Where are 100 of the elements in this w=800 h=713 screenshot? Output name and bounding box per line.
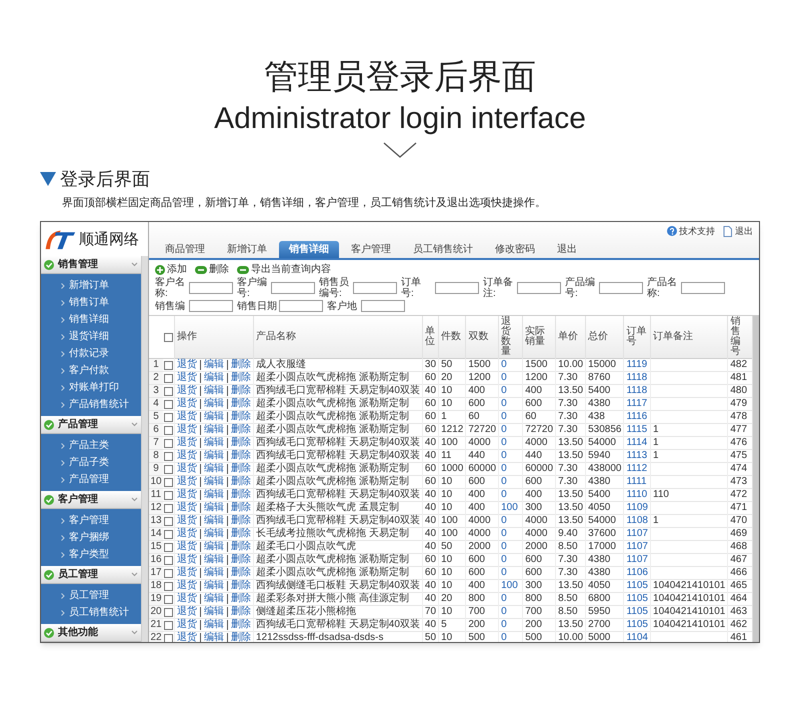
column-header[interactable]: 销售编号	[728, 316, 752, 358]
table-link[interactable]: 1111	[626, 476, 647, 487]
toolbar-button[interactable]: 导出当前查询内容	[237, 264, 331, 274]
row-action-link[interactable]: 删除	[227, 464, 251, 474]
checkbox[interactable]	[164, 568, 173, 578]
row-action-link[interactable]: 退货	[177, 464, 197, 474]
row-action-link[interactable]: 删除	[227, 490, 251, 500]
row-action-link[interactable]: 退货	[177, 620, 197, 630]
row-action-link[interactable]: 退货	[177, 451, 197, 461]
top-link[interactable]: 退出	[735, 226, 753, 236]
table-link[interactable]: 1105	[626, 619, 648, 630]
row-action-link[interactable]: 退货	[177, 425, 197, 435]
row-action-link[interactable]: 退货	[177, 412, 197, 422]
checkbox[interactable]	[164, 608, 173, 616]
checkbox[interactable]	[164, 504, 173, 512]
row-action-link[interactable]: 退货	[177, 568, 197, 578]
checkbox[interactable]	[164, 478, 173, 486]
row-action-link[interactable]: 编辑	[200, 477, 224, 487]
column-header[interactable]: 操作	[174, 316, 254, 358]
sidebar-link[interactable]: 客户类型	[69, 550, 109, 560]
row-action-link[interactable]: 退货	[177, 477, 197, 487]
row-action-link[interactable]: 退货	[177, 399, 197, 409]
checkbox[interactable]	[164, 516, 173, 526]
input-field[interactable]	[681, 282, 725, 294]
column-header[interactable]: 实际销量	[522, 316, 556, 358]
checkbox[interactable]	[164, 426, 173, 434]
checkbox[interactable]	[164, 438, 173, 448]
row-action-link[interactable]: 编辑	[200, 360, 224, 370]
sidebar-link[interactable]: 新增订单	[69, 280, 109, 290]
checkbox[interactable]	[164, 542, 173, 552]
row-action-link[interactable]: 删除	[227, 607, 251, 617]
nav-tab[interactable]: 销售详细	[279, 241, 339, 258]
table-link[interactable]: 0	[501, 632, 507, 642]
row-action-link[interactable]: 编辑	[200, 386, 224, 396]
row-action-link[interactable]: 编辑	[200, 581, 224, 591]
sidebar-link[interactable]: 客户捆绑	[69, 532, 109, 542]
table-link[interactable]: 0	[501, 606, 507, 617]
table-link[interactable]: 1118	[626, 372, 648, 383]
row-action-link[interactable]: 退货	[177, 503, 197, 513]
input-field[interactable]	[517, 282, 561, 294]
row-action-link[interactable]: 编辑	[200, 633, 224, 642]
row-action-link[interactable]: 编辑	[200, 438, 224, 448]
checkbox[interactable]	[164, 400, 173, 408]
table-link[interactable]: 0	[501, 619, 507, 630]
scrollbar[interactable]	[752, 316, 759, 642]
table-link[interactable]: 1110	[626, 489, 648, 500]
table-link[interactable]: 1106	[626, 567, 648, 578]
row-action-link[interactable]: 编辑	[200, 516, 224, 526]
row-action-link[interactable]: 退货	[177, 633, 197, 642]
table-link[interactable]: 100	[501, 502, 518, 513]
column-header[interactable]: 退货数量	[498, 316, 523, 358]
table-link[interactable]: 1107	[626, 528, 648, 539]
sidebar-group-header[interactable]: 其他功能	[41, 624, 141, 642]
row-action-link[interactable]: 删除	[227, 425, 251, 435]
table-link[interactable]: 100	[501, 580, 518, 591]
table-link[interactable]: 0	[501, 385, 507, 396]
row-action-link[interactable]: 退货	[177, 386, 197, 396]
row-action-link[interactable]: 删除	[227, 373, 251, 383]
row-action-link[interactable]: 删除	[227, 360, 251, 370]
nav-tab[interactable]: 新增订单	[217, 241, 277, 258]
table-link[interactable]: 0	[501, 359, 507, 370]
row-action-link[interactable]: 编辑	[200, 451, 224, 461]
table-link[interactable]: 0	[501, 489, 507, 500]
row-action-link[interactable]: 编辑	[200, 373, 224, 383]
sidebar-link[interactable]: 客户管理	[69, 516, 109, 526]
input-field[interactable]	[353, 282, 397, 294]
checkbox[interactable]	[164, 490, 173, 500]
table-link[interactable]: 0	[501, 554, 507, 565]
row-action-link[interactable]: 删除	[227, 581, 251, 591]
table-link[interactable]: 0	[501, 437, 507, 448]
checkbox[interactable]	[164, 374, 173, 382]
nav-tab[interactable]: 修改密码	[485, 241, 545, 258]
column-header[interactable]: 单价	[556, 316, 586, 358]
row-action-link[interactable]: 退货	[177, 438, 197, 448]
row-action-link[interactable]: 删除	[227, 529, 251, 539]
table-link[interactable]: 0	[501, 567, 507, 578]
table-link[interactable]: 0	[501, 463, 507, 474]
row-action-link[interactable]: 删除	[227, 633, 251, 642]
row-action-link[interactable]: 退货	[177, 360, 197, 370]
row-action-link[interactable]: 退货	[177, 555, 197, 565]
input-field[interactable]	[279, 300, 323, 312]
row-action-link[interactable]: 退货	[177, 529, 197, 539]
table-link[interactable]: 1115	[626, 424, 648, 435]
table-link[interactable]: 0	[501, 541, 507, 552]
scrollbar[interactable]	[141, 256, 148, 642]
row-action-link[interactable]: 删除	[227, 412, 251, 422]
row-action-link[interactable]: 编辑	[200, 555, 224, 565]
checkbox[interactable]	[164, 332, 173, 342]
sidebar-group-header[interactable]: 销售管理	[41, 256, 141, 274]
row-action-link[interactable]: 删除	[227, 451, 251, 461]
checkbox[interactable]	[164, 464, 173, 474]
column-header[interactable]: 订单号	[624, 316, 651, 358]
table-link[interactable]: 0	[501, 476, 507, 487]
sidebar-group-header[interactable]: 员工管理	[41, 566, 141, 584]
sidebar-link[interactable]: 销售详细	[69, 314, 109, 324]
checkbox[interactable]	[164, 594, 173, 604]
row-action-link[interactable]: 编辑	[200, 607, 224, 617]
table-link[interactable]: 1117	[626, 398, 648, 409]
row-action-link[interactable]: 编辑	[200, 464, 224, 474]
sidebar-link[interactable]: 付款记录	[69, 348, 109, 358]
